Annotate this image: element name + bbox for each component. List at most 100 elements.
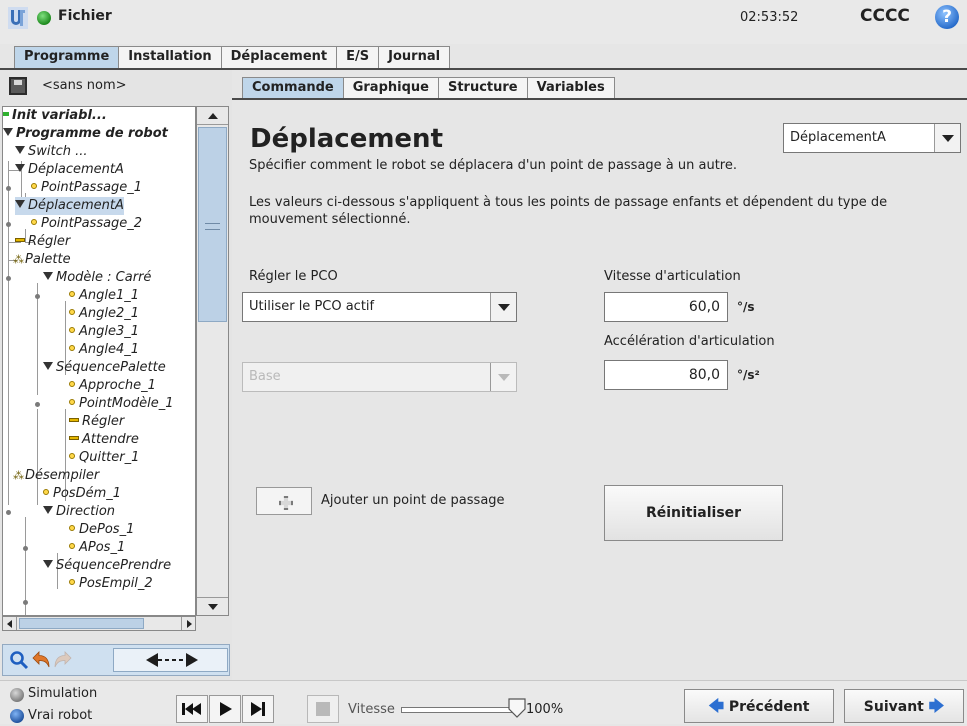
tree-node-set[interactable]: Régler [15, 233, 70, 251]
add-waypoint-label: Ajouter un point de passage [321, 493, 505, 508]
joint-accel-input[interactable]: 80,0 [604, 360, 728, 390]
tree-node-corner-1[interactable]: Angle1_1 [69, 287, 139, 305]
play-button[interactable] [209, 695, 241, 723]
real-robot-radio[interactable] [10, 709, 24, 723]
tab-installation[interactable]: Installation [118, 46, 222, 68]
step-icon [251, 702, 265, 716]
tree-node-pattern-point[interactable]: PointModèle_1 [69, 395, 174, 413]
tree-node-init[interactable]: Init variabl... [3, 107, 107, 125]
waypoint-icon [69, 309, 75, 315]
scroll-down-icon[interactable] [197, 597, 228, 615]
tab-variables[interactable]: Variables [526, 77, 615, 98]
arrow-left-icon: 🡄 [708, 697, 724, 715]
speed-value: 100% [526, 702, 564, 717]
add-waypoint-button[interactable] [256, 487, 312, 515]
feature-select: Base [242, 362, 517, 392]
tree-node-to-pos[interactable]: APos_1 [69, 539, 125, 557]
rewind-button[interactable] [176, 695, 208, 723]
tree-node-move-a-1[interactable]: DéplacementA [15, 161, 124, 179]
save-icon[interactable] [9, 77, 27, 95]
undo-icon[interactable] [31, 650, 51, 670]
tree-node-waypoint-1[interactable]: PointPassage_1 [31, 179, 142, 197]
tree-node-from-pos[interactable]: DePos_1 [69, 521, 134, 539]
tree-node-stack-pos[interactable]: PosEmpil_2 [69, 575, 153, 593]
expand-triangle-icon [15, 200, 25, 208]
waypoint-icon [69, 399, 75, 405]
expand-triangle-icon [15, 164, 25, 172]
reset-button[interactable]: Réinitialiser [604, 485, 783, 541]
tree-horizontal-scrollbar[interactable] [2, 616, 196, 631]
tree-node-pallet-sequence[interactable]: SéquencePalette [43, 359, 166, 377]
step-button[interactable] [242, 695, 274, 723]
tab-es[interactable]: E/S [336, 46, 380, 68]
joint-speed-label: Vitesse d'articulation [604, 269, 741, 284]
expand-triangle-icon [3, 128, 13, 136]
move-type-select[interactable]: DéplacementA [783, 123, 961, 153]
joint-accel-label: Accélération d'articulation [604, 334, 775, 349]
tree-node-wait[interactable]: Attendre [69, 431, 139, 449]
waypoint-icon [69, 543, 75, 549]
tab-journal[interactable]: Journal [378, 46, 451, 68]
page-description: Spécifier comment le robot se déplacera … [249, 158, 738, 173]
tree-toolbar [2, 644, 230, 676]
scroll-right-icon[interactable] [181, 617, 195, 630]
tree-node-waypoint-2[interactable]: PointPassage_2 [31, 215, 142, 233]
speed-slider-thumb[interactable] [508, 698, 526, 718]
tab-programme[interactable]: Programme [14, 46, 120, 68]
expand-triangle-icon [15, 146, 25, 154]
tree-node-start-pos[interactable]: PosDém_1 [43, 485, 121, 503]
tab-graphique[interactable]: Graphique [342, 77, 439, 98]
waypoint-icon [69, 345, 75, 351]
speed-slider[interactable] [401, 707, 516, 713]
top-bar: Fichier 02:53:52 CCCC ? [0, 0, 967, 44]
next-button[interactable]: Suivant 🡆 [844, 689, 964, 723]
tab-commande[interactable]: Commande [242, 77, 344, 98]
init-icon [3, 112, 9, 116]
tree-node-destack[interactable]: ⁂Désempiler [13, 467, 99, 485]
tree-node-pick-sequence[interactable]: SéquencePrendre [43, 557, 171, 575]
tree-node-move-a-2[interactable]: DéplacementA [15, 197, 124, 215]
scroll-left-icon[interactable] [3, 617, 17, 630]
waypoint-icon [69, 291, 75, 297]
wait-icon [69, 436, 79, 440]
next-label: Suivant [863, 699, 924, 715]
tree-node-pattern[interactable]: Modèle : Carré [43, 269, 151, 287]
program-tree[interactable]: Init variabl... Programme de robot Switc… [2, 106, 196, 616]
help-icon[interactable]: ? [935, 5, 959, 29]
scroll-thumb[interactable] [19, 618, 144, 629]
tree-node-exit[interactable]: Quitter_1 [69, 449, 139, 467]
tree-node-direction[interactable]: Direction [43, 503, 115, 521]
tree-node-approach[interactable]: Approche_1 [69, 377, 156, 395]
move-node-button[interactable] [113, 648, 228, 672]
tab-structure[interactable]: Structure [437, 77, 528, 98]
stop-icon [316, 702, 330, 716]
tree-node-corner-4[interactable]: Angle4_1 [69, 341, 139, 359]
page-title: Déplacement [250, 124, 443, 154]
clock: 02:53:52 [740, 10, 799, 25]
main-tabs: Programme Installation Déplacement E/S J… [14, 46, 451, 68]
sub-tabs: Commande Graphique Structure Variables [242, 77, 615, 98]
joint-speed-input[interactable]: 60,0 [604, 292, 728, 322]
tree-node-program[interactable]: Programme de robot [3, 125, 168, 143]
stop-button[interactable] [307, 695, 339, 723]
tab-deplacement[interactable]: Déplacement [220, 46, 338, 68]
file-menu[interactable]: Fichier [58, 8, 112, 24]
redo-icon[interactable] [53, 650, 73, 670]
waypoint-icon [69, 525, 75, 531]
ur-logo-icon [8, 7, 28, 29]
tree-vertical-scrollbar[interactable] [196, 106, 229, 616]
tree-node-corner-2[interactable]: Angle2_1 [69, 305, 139, 323]
tcp-select[interactable]: Utiliser le PCO actif [242, 292, 517, 322]
tree-node-set-2[interactable]: Régler [69, 413, 124, 431]
tree-node-pallet[interactable]: ⁂Palette [13, 251, 71, 269]
bottom-bar: Simulation Vrai robot Vitesse 100% 🡄 Pré… [0, 680, 967, 724]
previous-button[interactable]: 🡄 Précédent [684, 689, 834, 723]
tree-node-corner-3[interactable]: Angle3_1 [69, 323, 139, 341]
search-icon[interactable] [9, 650, 29, 670]
tcp-label: Régler le PCO [249, 269, 338, 284]
scroll-thumb[interactable] [198, 127, 227, 322]
previous-label: Précédent [728, 699, 810, 715]
simulation-radio[interactable] [10, 688, 24, 702]
tree-node-switch[interactable]: Switch ... [15, 143, 88, 161]
scroll-up-icon[interactable] [197, 107, 228, 125]
